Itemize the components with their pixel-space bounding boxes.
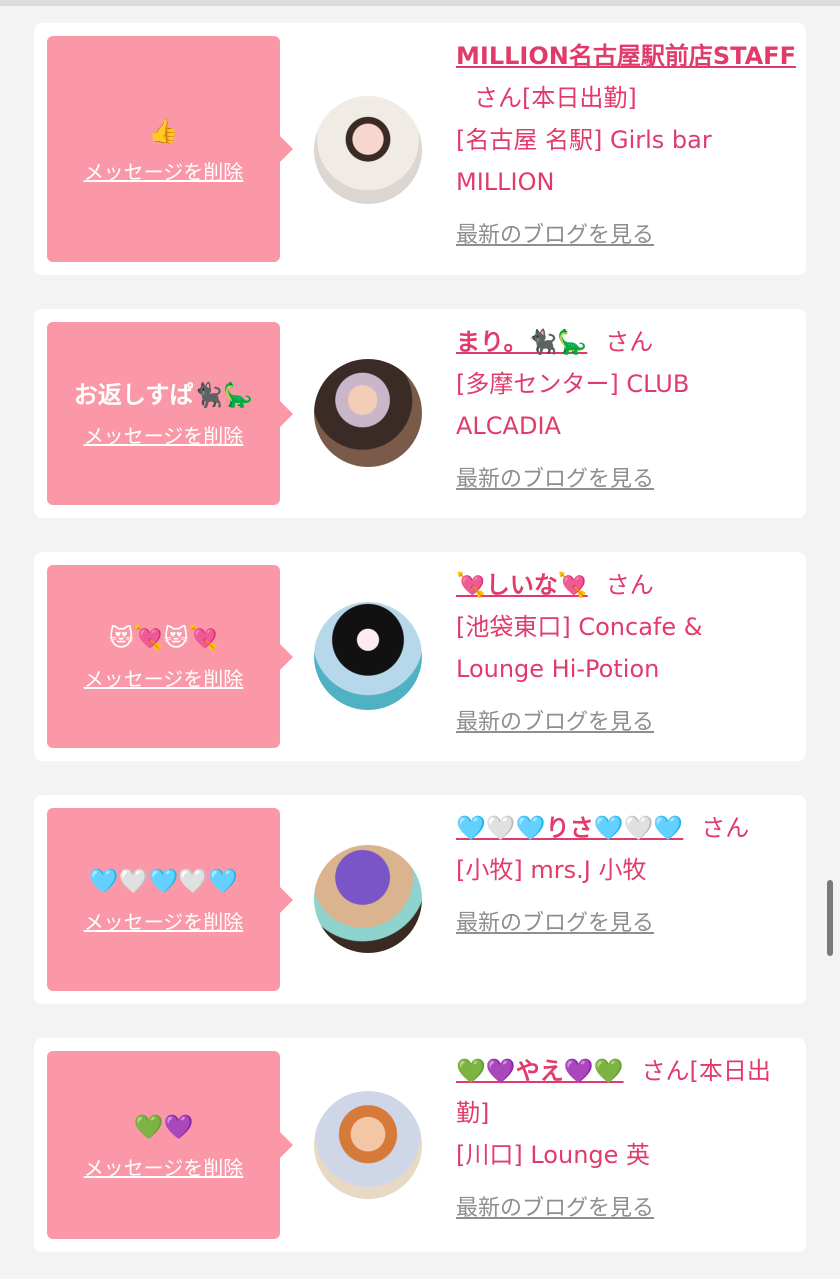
profile-name-link[interactable]: 💘しいな💘 — [456, 571, 588, 599]
delete-message-link[interactable]: メッセージを削除 — [84, 663, 244, 692]
message-card: 👍 メッセージを削除 MILLION名古屋駅前店STAFF さん[本日出勤] [名… — [34, 23, 806, 275]
message-bubble: 😻💘😻💘 メッセージを削除 — [47, 565, 293, 748]
shop-name: [川口] Lounge 英 — [456, 1141, 651, 1169]
profile-name-link[interactable]: 💚💜やえ💜💚 — [456, 1057, 624, 1085]
profile-info: 💘しいな💘 さん [池袋東口] Concafe & Lounge Hi-Potio… — [456, 564, 796, 744]
avatar[interactable] — [314, 96, 422, 204]
avatar[interactable] — [314, 1091, 422, 1199]
avatar[interactable] — [314, 845, 422, 953]
honorific-status: さん — [605, 571, 654, 599]
message-card: お返しすぱ🐈‍⬛🦕 メッセージを削除 まり。🐈‍⬛🦕 さん [多摩センター] CL… — [34, 309, 806, 518]
message-card: 💚💜 メッセージを削除 💚💜やえ💜💚 さん[本日出勤] [川口] Lounge 英… — [34, 1038, 806, 1252]
shop-name: [池袋東口] Concafe & Lounge Hi-Potion — [456, 613, 703, 683]
message-bubble: 👍 メッセージを削除 — [47, 36, 293, 262]
delete-message-link[interactable]: メッセージを削除 — [84, 420, 244, 449]
avatar[interactable] — [314, 602, 422, 710]
shop-name: [多摩センター] CLUB ALCADIA — [456, 370, 690, 440]
latest-blog-link[interactable]: 最新のブログを見る — [456, 215, 796, 257]
honorific-status: さん — [701, 814, 750, 842]
latest-blog-link[interactable]: 最新のブログを見る — [456, 702, 796, 744]
message-text: お返しすぱ🐈‍⬛🦕 — [73, 381, 254, 409]
delete-message-link[interactable]: メッセージを削除 — [84, 156, 244, 185]
top-edge — [0, 0, 840, 6]
scrollbar-thumb[interactable] — [827, 880, 833, 956]
shop-name: [名古屋 名駅] Girls bar MILLION — [456, 126, 712, 196]
message-bubble: 🩵🤍🩵🤍🩵 メッセージを削除 — [47, 808, 293, 991]
message-card: 🩵🤍🩵🤍🩵 メッセージを削除 🩵🤍🩵りさ🩵🤍🩵 さん [小牧] mrs.J 小牧 … — [34, 795, 806, 1004]
message-card: 😻💘😻💘 メッセージを削除 💘しいな💘 さん [池袋東口] Concafe & L… — [34, 552, 806, 761]
profile-info: 💚💜やえ💜💚 さん[本日出勤] [川口] Lounge 英 最新のブログを見る — [456, 1050, 796, 1230]
message-bubble: お返しすぱ🐈‍⬛🦕 メッセージを削除 — [47, 322, 293, 505]
profile-info: まり。🐈‍⬛🦕 さん [多摩センター] CLUB ALCADIA 最新のブログを見… — [456, 321, 796, 501]
profile-name-link[interactable]: 🩵🤍🩵りさ🩵🤍🩵 — [456, 814, 683, 842]
message-list: 👍 メッセージを削除 MILLION名古屋駅前店STAFF さん[本日出勤] [名… — [34, 23, 806, 1252]
latest-blog-link[interactable]: 最新のブログを見る — [456, 459, 796, 501]
honorific-status: さん[本日出勤] — [474, 84, 637, 112]
message-text: 👍 — [148, 116, 179, 145]
message-text: 😻💘😻💘 — [108, 624, 219, 652]
profile-name-link[interactable]: MILLION名古屋駅前店STAFF — [456, 42, 796, 70]
honorific-status: さん — [605, 328, 654, 356]
profile-info: 🩵🤍🩵りさ🩵🤍🩵 さん [小牧] mrs.J 小牧 最新のブログを見る — [456, 807, 796, 945]
shop-name: [小牧] mrs.J 小牧 — [456, 856, 647, 884]
message-text: 💚💜 — [133, 1112, 194, 1141]
delete-message-link[interactable]: メッセージを削除 — [84, 906, 244, 935]
avatar[interactable] — [314, 359, 422, 467]
delete-message-link[interactable]: メッセージを削除 — [84, 1152, 244, 1181]
message-text: 🩵🤍🩵🤍🩵 — [88, 867, 239, 895]
latest-blog-link[interactable]: 最新のブログを見る — [456, 903, 796, 945]
profile-info: MILLION名古屋駅前店STAFF さん[本日出勤] [名古屋 名駅] Girl… — [456, 35, 796, 257]
profile-name-link[interactable]: まり。🐈‍⬛🦕 — [456, 328, 587, 356]
latest-blog-link[interactable]: 最新のブログを見る — [456, 1188, 796, 1230]
message-bubble: 💚💜 メッセージを削除 — [47, 1051, 293, 1239]
